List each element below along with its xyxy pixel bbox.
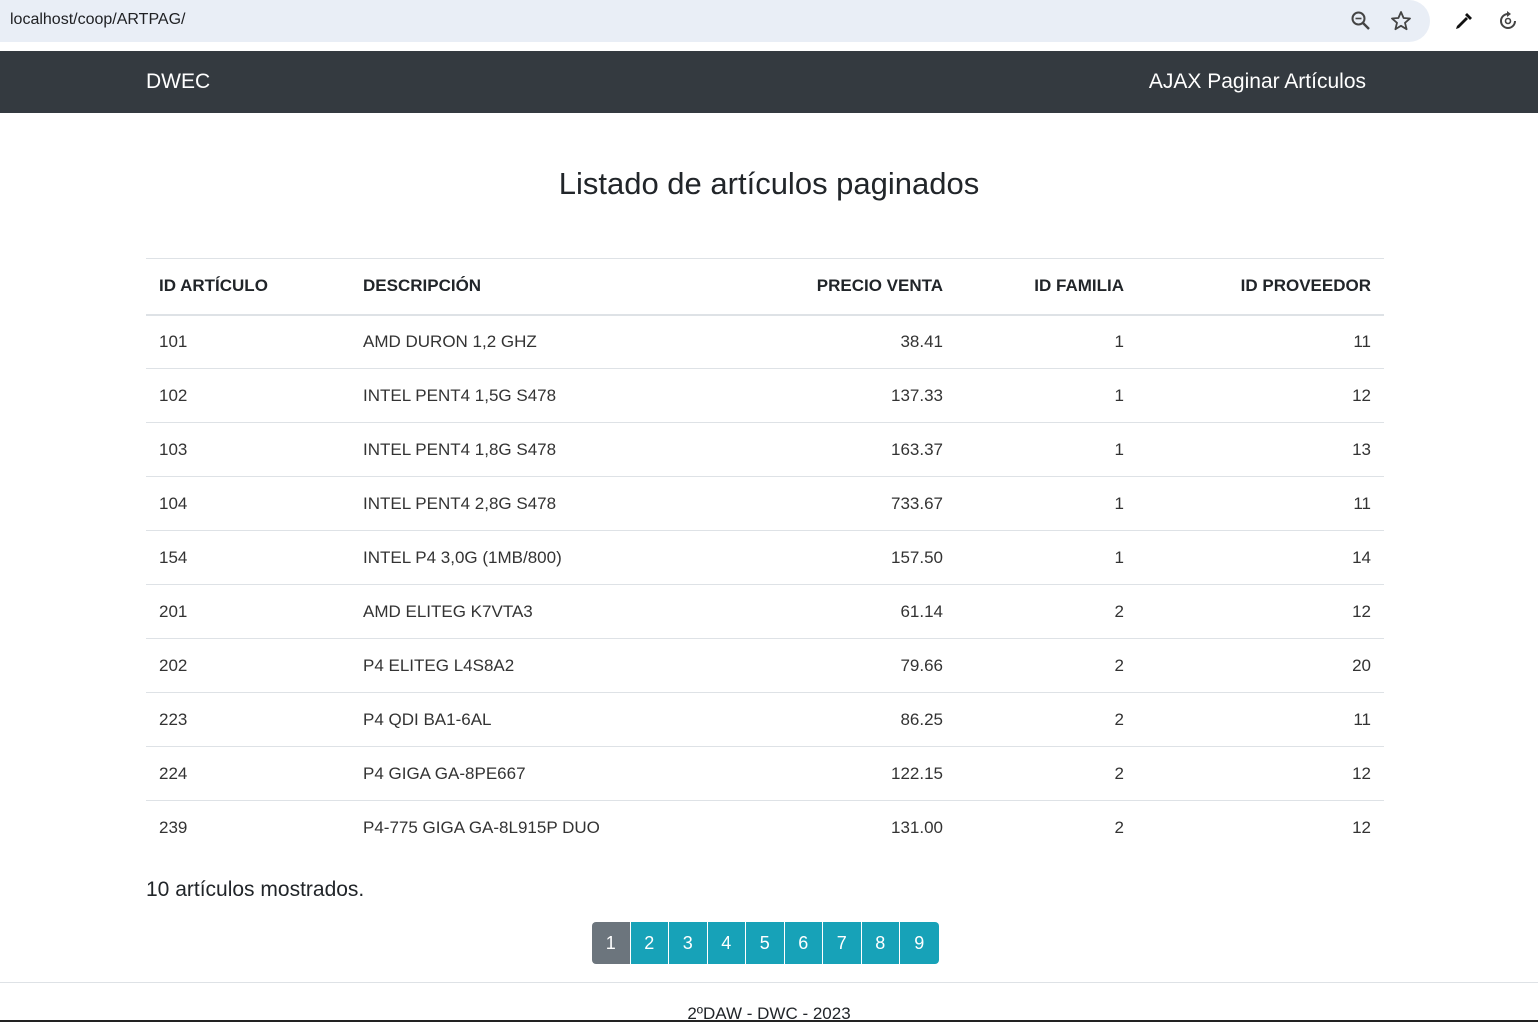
table-row: 104 INTEL PENT4 2,8G S478 733.67 1 11 <box>146 476 1384 531</box>
cell-precio-venta: 122.15 <box>658 746 956 801</box>
cell-precio-venta: 79.66 <box>658 638 956 693</box>
page-button-6[interactable]: 6 <box>784 922 823 964</box>
page-button-5[interactable]: 5 <box>746 922 785 964</box>
cell-precio-venta: 61.14 <box>658 584 956 639</box>
cell-id-articulo: 223 <box>146 692 350 747</box>
page-title: Listado de artículos paginados <box>558 166 980 201</box>
page-button-2[interactable]: 2 <box>630 922 669 964</box>
articles-table: ID ARTÍCULO DESCRIPCIÓN PRECIO VENTA ID … <box>146 258 1384 855</box>
cell-descripcion: INTEL P4 3,0G (1MB/800) <box>350 530 658 585</box>
page-button-3[interactable]: 3 <box>669 922 708 964</box>
cell-id-proveedor: 11 <box>1137 692 1384 747</box>
table-row: 239 P4-775 GIGA GA-8L915P DUO 131.00 2 1… <box>146 800 1384 855</box>
cell-descripcion: P4 GIGA GA-8PE667 <box>350 746 658 801</box>
zoom-icon[interactable] <box>1349 9 1373 33</box>
cell-id-familia: 2 <box>956 584 1137 639</box>
cell-id-articulo: 202 <box>146 638 350 693</box>
top-navbar: DWEC AJAX Paginar Artículos <box>0 51 1538 113</box>
cell-id-proveedor: 11 <box>1137 314 1384 369</box>
column-header-id-proveedor: ID PROVEEDOR <box>1137 258 1384 316</box>
column-header-precio-venta: PRECIO VENTA <box>658 258 956 316</box>
cell-id-articulo: 103 <box>146 422 350 477</box>
column-header-descripcion: DESCRIPCIÓN <box>350 258 658 316</box>
page-button-7[interactable]: 7 <box>823 922 862 964</box>
cell-id-familia: 2 <box>956 746 1137 801</box>
cell-id-articulo: 101 <box>146 314 350 369</box>
cell-id-articulo: 224 <box>146 746 350 801</box>
cell-descripcion: INTEL PENT4 2,8G S478 <box>350 476 658 531</box>
column-header-id-articulo: ID ARTÍCULO <box>146 258 350 316</box>
table-header-row: ID ARTÍCULO DESCRIPCIÓN PRECIO VENTA ID … <box>146 258 1384 316</box>
cell-id-familia: 2 <box>956 692 1137 747</box>
cell-descripcion: P4-775 GIGA GA-8L915P DUO <box>350 800 658 855</box>
cell-id-familia: 1 <box>956 530 1137 585</box>
cell-id-proveedor: 12 <box>1137 368 1384 423</box>
page-button-1[interactable]: 1 <box>592 922 631 964</box>
cell-precio-venta: 157.50 <box>658 530 956 585</box>
pagination: 1 2 3 4 5 6 7 8 9 <box>592 922 939 964</box>
cell-descripcion: AMD DURON 1,2 GHZ <box>350 314 658 369</box>
cell-id-familia: 1 <box>956 476 1137 531</box>
footer-divider <box>0 982 1538 983</box>
cell-id-familia: 1 <box>956 368 1137 423</box>
table-row: 224 P4 GIGA GA-8PE667 122.15 2 12 <box>146 746 1384 801</box>
table-row: 223 P4 QDI BA1-6AL 86.25 2 11 <box>146 692 1384 747</box>
cell-id-articulo: 154 <box>146 530 350 585</box>
browser-toolbar: localhost/coop/ARTPAG/ <box>0 0 1538 42</box>
cell-id-articulo: 201 <box>146 584 350 639</box>
cell-precio-venta: 131.00 <box>658 800 956 855</box>
url-text[interactable]: localhost/coop/ARTPAG/ <box>10 11 186 29</box>
cell-id-familia: 2 <box>956 800 1137 855</box>
cell-descripcion: AMD ELITEG K7VTA3 <box>350 584 658 639</box>
cell-id-familia: 1 <box>956 314 1137 369</box>
table-row: 201 AMD ELITEG K7VTA3 61.14 2 12 <box>146 584 1384 639</box>
cell-precio-venta: 137.33 <box>658 368 956 423</box>
column-header-id-familia: ID FAMILIA <box>956 258 1137 316</box>
eyedropper-icon[interactable] <box>1452 9 1476 33</box>
cell-id-proveedor: 14 <box>1137 530 1384 585</box>
cell-id-familia: 1 <box>956 422 1137 477</box>
cell-id-articulo: 102 <box>146 368 350 423</box>
cell-descripcion: INTEL PENT4 1,5G S478 <box>350 368 658 423</box>
table-row: 101 AMD DURON 1,2 GHZ 38.41 1 11 <box>146 314 1384 369</box>
cell-precio-venta: 86.25 <box>658 692 956 747</box>
navbar-brand[interactable]: DWEC <box>146 70 210 94</box>
cell-id-proveedor: 12 <box>1137 746 1384 801</box>
cell-id-proveedor: 11 <box>1137 476 1384 531</box>
table-row: 102 INTEL PENT4 1,5G S478 137.33 1 12 <box>146 368 1384 423</box>
cell-precio-venta: 733.67 <box>658 476 956 531</box>
nav-link-ajax-paginar[interactable]: AJAX Paginar Artículos <box>1149 70 1366 94</box>
cell-id-proveedor: 12 <box>1137 800 1384 855</box>
page-button-4[interactable]: 4 <box>707 922 746 964</box>
star-icon[interactable] <box>1389 9 1413 33</box>
cell-id-proveedor: 20 <box>1137 638 1384 693</box>
cell-descripcion: P4 QDI BA1-6AL <box>350 692 658 747</box>
cell-id-proveedor: 12 <box>1137 584 1384 639</box>
results-count: 10 artículos mostrados. <box>146 878 365 901</box>
cell-id-proveedor: 13 <box>1137 422 1384 477</box>
table-row: 202 P4 ELITEG L4S8A2 79.66 2 20 <box>146 638 1384 693</box>
table-row: 154 INTEL P4 3,0G (1MB/800) 157.50 1 14 <box>146 530 1384 585</box>
table-row: 103 INTEL PENT4 1,8G S478 163.37 1 13 <box>146 422 1384 477</box>
cell-precio-venta: 38.41 <box>658 314 956 369</box>
cell-id-articulo: 104 <box>146 476 350 531</box>
cell-descripcion: P4 ELITEG L4S8A2 <box>350 638 658 693</box>
page-button-8[interactable]: 8 <box>861 922 900 964</box>
cell-descripcion: INTEL PENT4 1,8G S478 <box>350 422 658 477</box>
cell-id-familia: 2 <box>956 638 1137 693</box>
address-bar[interactable]: localhost/coop/ARTPAG/ <box>0 0 1430 42</box>
cell-precio-venta: 163.37 <box>658 422 956 477</box>
page-button-9[interactable]: 9 <box>900 922 939 964</box>
cell-id-articulo: 239 <box>146 800 350 855</box>
sync-icon[interactable] <box>1496 9 1520 33</box>
